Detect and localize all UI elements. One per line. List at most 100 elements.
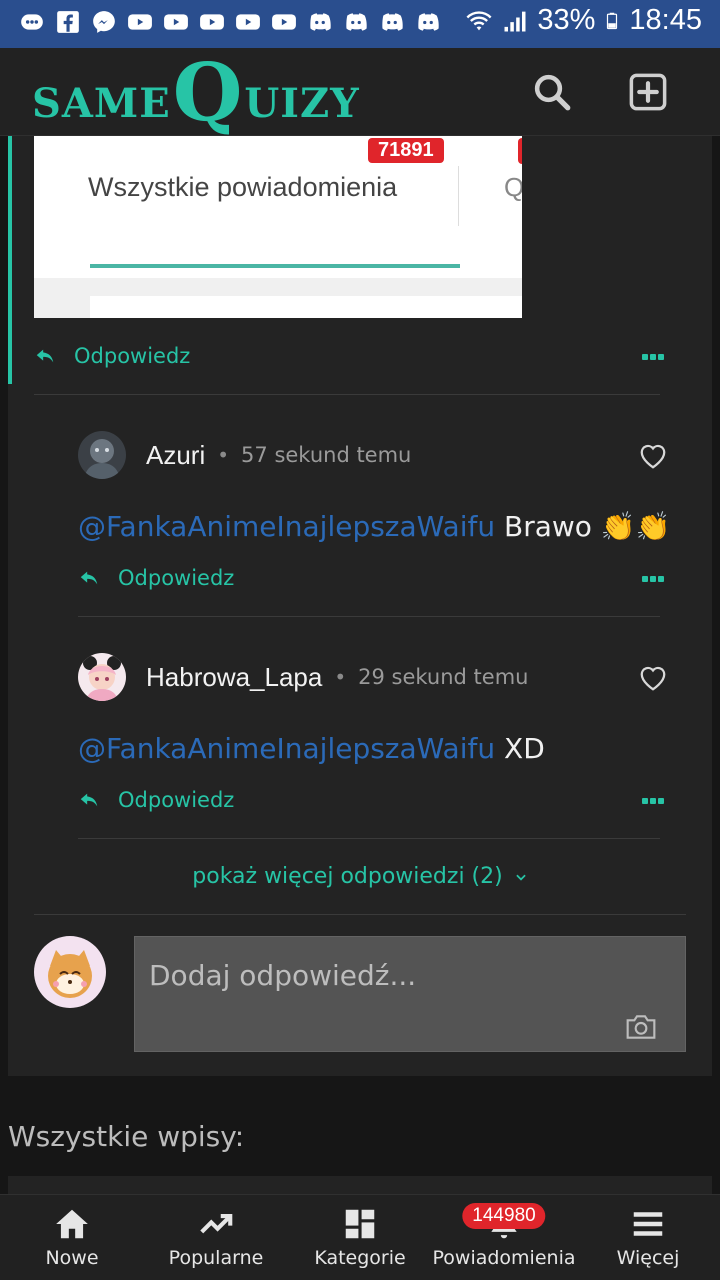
reply-icon	[80, 571, 98, 585]
discord-icon	[414, 8, 442, 36]
wifi-icon	[466, 10, 492, 30]
reply-input-box[interactable]	[134, 936, 686, 1052]
heart-icon[interactable]	[638, 442, 668, 470]
comment-header: Habrowa_Lapa • 29 sekund temu	[78, 652, 528, 702]
nav-label: Powiadomienia	[432, 1247, 576, 1269]
embedded-tab-peek: Q	[504, 172, 522, 202]
mention-link[interactable]: @FankaAnimeInajlepszaWaifu	[78, 732, 495, 765]
reply-icon	[36, 349, 54, 363]
menu-icon	[633, 1212, 663, 1236]
clock: 18:45	[629, 4, 702, 36]
tab-divider	[458, 166, 459, 226]
chat-icon	[18, 8, 46, 36]
nav-item-kategorie[interactable]: Kategorie	[288, 1195, 432, 1280]
trending-icon	[200, 1214, 233, 1234]
badge-fragment	[518, 138, 522, 164]
plus-square-icon	[629, 73, 667, 111]
divider	[78, 838, 660, 839]
youtube-icon	[126, 8, 154, 36]
comment-author[interactable]: Habrowa_Lapa	[146, 662, 322, 693]
add-quiz-button[interactable]	[626, 70, 670, 114]
chevron-down-icon	[516, 874, 526, 881]
show-more-replies-link[interactable]: pokaż więcej odpowiedzi (2)	[8, 864, 712, 889]
divider	[78, 616, 660, 617]
nav-label: Nowe	[45, 1247, 99, 1269]
comment-header: Azuri • 57 sekund temu	[78, 430, 411, 480]
divider	[34, 914, 686, 915]
separator-dot: •	[217, 443, 230, 467]
logo-suffix: UIZY	[244, 80, 360, 127]
samequizy-logo[interactable]: SAME Q UIZY	[32, 52, 360, 132]
youtube-icon	[270, 8, 298, 36]
nav-item-popularne[interactable]: Popularne	[144, 1195, 288, 1280]
comment-time: 29 sekund temu	[358, 665, 529, 689]
more-options-icon[interactable]	[642, 798, 664, 804]
discord-icon	[306, 8, 334, 36]
section-title: Wszystkie wpisy:	[8, 1120, 245, 1153]
search-icon	[534, 74, 571, 111]
embedded-tab-label: Wszystkie powiadomienia	[88, 172, 398, 202]
comment-time: 57 sekund temu	[241, 443, 412, 467]
nav-item-nowe[interactable]: Nowe	[0, 1195, 144, 1280]
search-button[interactable]	[530, 70, 574, 114]
grid-icon	[345, 1209, 375, 1239]
discord-icon	[378, 8, 406, 36]
app-header: SAME Q UIZY	[0, 48, 720, 136]
bottom-navigation: Nowe Popularne Kategorie Powiadomienia 1…	[0, 1194, 720, 1280]
show-more-label: pokaż więcej odpowiedzi (2)	[192, 864, 503, 889]
embedded-box	[90, 296, 522, 318]
content-area: 71891 Wszystkie powiadomienia Q Odpowied…	[0, 136, 720, 1194]
separator-dot: •	[334, 665, 347, 689]
reply-button[interactable]: Odpowiedz	[34, 344, 190, 368]
comment-text: Brawo 👏👏	[495, 510, 671, 543]
comment-text: XD	[495, 732, 545, 765]
reply-icon	[80, 793, 98, 807]
home-icon	[56, 1209, 88, 1239]
nav-label: Kategorie	[314, 1247, 406, 1269]
youtube-icon	[234, 8, 262, 36]
camera-icon[interactable]	[625, 1013, 657, 1041]
status-bar: 33% 18:45	[0, 0, 720, 48]
reply-input[interactable]	[135, 937, 685, 997]
youtube-icon	[198, 8, 226, 36]
messenger-icon	[90, 8, 118, 36]
heart-icon[interactable]	[638, 664, 668, 692]
embedded-screenshot[interactable]: 71891 Wszystkie powiadomienia Q	[34, 136, 522, 318]
nav-label: Więcej	[616, 1247, 680, 1269]
mention-link[interactable]: @FankaAnimeInajlepszaWaifu	[78, 510, 495, 543]
current-user-avatar[interactable]	[34, 936, 106, 1008]
battery-icon	[607, 12, 618, 29]
reply-button[interactable]: Odpowiedz	[78, 566, 234, 590]
reply-button[interactable]: Odpowiedz	[78, 788, 234, 812]
more-options-icon[interactable]	[642, 354, 664, 360]
comment-thread-card: 71891 Wszystkie powiadomienia Q Odpowied…	[8, 136, 712, 1076]
avatar[interactable]	[78, 431, 126, 479]
nav-item-wiecej[interactable]: Więcej	[576, 1195, 720, 1280]
battery-percent: 33%	[537, 4, 596, 36]
notification-badge: 144980	[462, 1203, 546, 1229]
divider	[34, 394, 660, 395]
logo-prefix: SAME	[32, 80, 171, 127]
quote-bar	[8, 136, 12, 384]
post-list-preview	[8, 1176, 712, 1194]
comment-author[interactable]: Azuri	[146, 440, 205, 471]
comment-item: Azuri • 57 sekund temu @FankaAnimeInajle…	[78, 430, 678, 630]
avatar[interactable]	[78, 653, 126, 701]
comment-body: @FankaAnimeInajlepszaWaifu XD	[78, 732, 545, 765]
youtube-icon	[162, 8, 190, 36]
comment-body: @FankaAnimeInajlepszaWaifu Brawo 👏👏	[78, 510, 671, 543]
discord-icon	[342, 8, 370, 36]
reply-label: Odpowiedz	[118, 788, 235, 812]
comment-item: Habrowa_Lapa • 29 sekund temu @FankaAnim…	[78, 652, 678, 852]
notification-icons	[18, 8, 442, 36]
nav-item-powiadomienia[interactable]: Powiadomienia 144980	[432, 1195, 576, 1280]
nav-label: Popularne	[168, 1247, 264, 1269]
notification-count-badge: 71891	[368, 138, 444, 163]
facebook-icon	[54, 8, 82, 36]
more-options-icon[interactable]	[642, 576, 664, 582]
logo-q: Q	[172, 45, 243, 139]
status-right: 33% 18:45	[465, 4, 702, 37]
reply-label: Odpowiedz	[74, 344, 191, 368]
active-tab-underline	[90, 264, 460, 268]
signal-icon	[504, 11, 526, 31]
